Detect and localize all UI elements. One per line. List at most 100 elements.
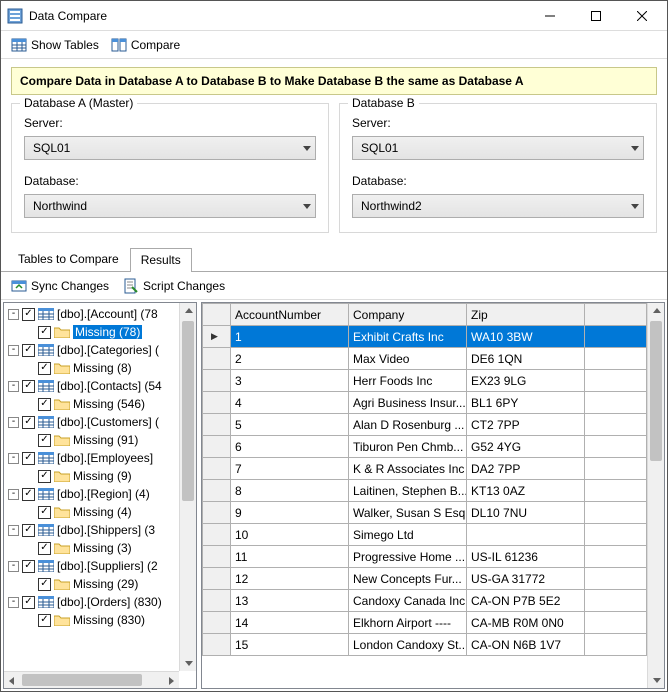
cell-company[interactable]: Tiburon Pen Chmb... xyxy=(349,436,467,458)
cell-zip[interactable]: WA10 3BW xyxy=(467,326,585,348)
checkbox[interactable] xyxy=(22,524,35,537)
close-button[interactable] xyxy=(619,1,665,30)
grid-vertical-scrollbar[interactable] xyxy=(647,303,664,688)
expand-toggle-icon[interactable]: - xyxy=(8,561,19,572)
cell-zip[interactable] xyxy=(467,524,585,546)
checkbox[interactable] xyxy=(22,344,35,357)
cell-accountnumber[interactable]: 4 xyxy=(231,392,349,414)
expand-toggle-icon[interactable]: - xyxy=(8,417,19,428)
cell-extra[interactable] xyxy=(585,502,647,524)
cell-zip[interactable]: CA-ON N6B 1V7 xyxy=(467,634,585,656)
tree-vertical-scrollbar[interactable] xyxy=(179,303,196,671)
expand-toggle-icon[interactable]: - xyxy=(8,453,19,464)
cell-extra[interactable] xyxy=(585,524,647,546)
grid-row[interactable]: 4Agri Business Insur...BL1 6PY xyxy=(203,392,647,414)
grid-row[interactable]: 3Herr Foods IncEX23 9LG xyxy=(203,370,647,392)
tree-node[interactable]: -[dbo].[Shippers] (3 xyxy=(8,521,177,539)
cell-extra[interactable] xyxy=(585,436,647,458)
cell-zip[interactable]: BL1 6PY xyxy=(467,392,585,414)
tree-node[interactable]: -[dbo].[Categories] ( xyxy=(8,341,177,359)
cell-accountnumber[interactable]: 2 xyxy=(231,348,349,370)
cell-extra[interactable] xyxy=(585,326,647,348)
checkbox[interactable] xyxy=(22,380,35,393)
tree-node[interactable]: Missing (91) xyxy=(24,431,177,449)
checkbox[interactable] xyxy=(38,470,51,483)
cell-extra[interactable] xyxy=(585,590,647,612)
grid-row[interactable]: 15London Candoxy St...CA-ON N6B 1V7 xyxy=(203,634,647,656)
row-header[interactable] xyxy=(203,436,231,458)
compare-button[interactable]: Compare xyxy=(107,35,184,55)
col-zip[interactable]: Zip xyxy=(467,304,585,326)
row-header[interactable] xyxy=(203,326,231,348)
cell-accountnumber[interactable]: 3 xyxy=(231,370,349,392)
checkbox[interactable] xyxy=(22,560,35,573)
cell-zip[interactable]: DA2 7PP xyxy=(467,458,585,480)
checkbox[interactable] xyxy=(38,398,51,411)
cell-company[interactable]: New Concepts Fur... xyxy=(349,568,467,590)
expand-toggle-icon[interactable]: - xyxy=(8,381,19,392)
cell-company[interactable]: K & R Associates Inc xyxy=(349,458,467,480)
cell-company[interactable]: Max Video xyxy=(349,348,467,370)
tree-node[interactable]: Missing (9) xyxy=(24,467,177,485)
tree-node[interactable]: -[dbo].[Customers] ( xyxy=(8,413,177,431)
row-header[interactable] xyxy=(203,590,231,612)
tree-node[interactable]: Missing (3) xyxy=(24,539,177,557)
checkbox[interactable] xyxy=(22,416,35,429)
expand-toggle-icon[interactable]: - xyxy=(8,525,19,536)
checkbox[interactable] xyxy=(38,578,51,591)
database-a-dropdown[interactable]: Northwind xyxy=(24,194,316,218)
row-header[interactable] xyxy=(203,546,231,568)
show-tables-button[interactable]: Show Tables xyxy=(7,35,103,55)
col-company[interactable]: Company xyxy=(349,304,467,326)
checkbox[interactable] xyxy=(38,614,51,627)
cell-extra[interactable] xyxy=(585,348,647,370)
row-header[interactable] xyxy=(203,348,231,370)
cell-accountnumber[interactable]: 15 xyxy=(231,634,349,656)
row-header[interactable] xyxy=(203,568,231,590)
tree-node[interactable]: -[dbo].[Account] (78 xyxy=(8,305,177,323)
grid-row[interactable]: 6Tiburon Pen Chmb...G52 4YG xyxy=(203,436,647,458)
tree-node[interactable]: Missing (546) xyxy=(24,395,177,413)
cell-accountnumber[interactable]: 11 xyxy=(231,546,349,568)
cell-company[interactable]: Simego Ltd xyxy=(349,524,467,546)
server-a-dropdown[interactable]: SQL01 xyxy=(24,136,316,160)
cell-extra[interactable] xyxy=(585,458,647,480)
checkbox[interactable] xyxy=(38,542,51,555)
expand-toggle-icon[interactable]: - xyxy=(8,309,19,320)
cell-company[interactable]: Alan D Rosenburg ... xyxy=(349,414,467,436)
tree-list[interactable]: -[dbo].[Account] (78Missing (78)-[dbo].[… xyxy=(4,303,179,671)
cell-zip[interactable]: CT2 7PP xyxy=(467,414,585,436)
checkbox[interactable] xyxy=(38,434,51,447)
tab-tables-to-compare[interactable]: Tables to Compare xyxy=(7,247,130,271)
grid-row[interactable]: 14Elkhorn Airport ----CA-MB R0M 0N0 xyxy=(203,612,647,634)
cell-company[interactable]: Elkhorn Airport ---- xyxy=(349,612,467,634)
checkbox[interactable] xyxy=(22,308,35,321)
cell-extra[interactable] xyxy=(585,546,647,568)
cell-extra[interactable] xyxy=(585,370,647,392)
cell-company[interactable]: Candoxy Canada Inc. xyxy=(349,590,467,612)
cell-zip[interactable]: US-IL 61236 xyxy=(467,546,585,568)
server-b-dropdown[interactable]: SQL01 xyxy=(352,136,644,160)
grid-row[interactable]: 8Laitinen, Stephen B...KT13 0AZ xyxy=(203,480,647,502)
cell-company[interactable]: Walker, Susan S Esq xyxy=(349,502,467,524)
col-accountnumber[interactable]: AccountNumber xyxy=(231,304,349,326)
tree-node[interactable]: Missing (4) xyxy=(24,503,177,521)
script-changes-button[interactable]: Script Changes xyxy=(119,276,229,296)
row-header[interactable] xyxy=(203,634,231,656)
checkbox[interactable] xyxy=(22,488,35,501)
cell-accountnumber[interactable]: 14 xyxy=(231,612,349,634)
database-b-dropdown[interactable]: Northwind2 xyxy=(352,194,644,218)
cell-accountnumber[interactable]: 1 xyxy=(231,326,349,348)
cell-extra[interactable] xyxy=(585,480,647,502)
tree-node[interactable]: Missing (830) xyxy=(24,611,177,629)
cell-accountnumber[interactable]: 13 xyxy=(231,590,349,612)
row-header[interactable] xyxy=(203,458,231,480)
cell-accountnumber[interactable]: 8 xyxy=(231,480,349,502)
checkbox[interactable] xyxy=(22,452,35,465)
grid-row[interactable]: 9Walker, Susan S EsqDL10 7NU xyxy=(203,502,647,524)
row-header[interactable] xyxy=(203,414,231,436)
tree-node[interactable]: -[dbo].[Region] (4) xyxy=(8,485,177,503)
sync-changes-button[interactable]: Sync Changes xyxy=(7,276,113,296)
tree-node[interactable]: -[dbo].[Suppliers] (2 xyxy=(8,557,177,575)
expand-toggle-icon[interactable]: - xyxy=(8,489,19,500)
